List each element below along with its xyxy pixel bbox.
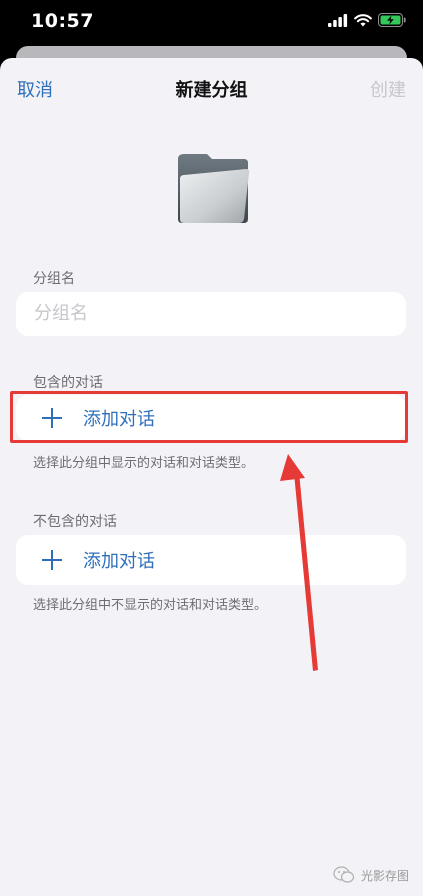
folder-icon bbox=[178, 154, 250, 223]
excluded-conversations-label: 不包含的对话 bbox=[33, 514, 117, 530]
wechat-icon bbox=[333, 866, 355, 883]
watermark: 光影存图 bbox=[333, 866, 409, 884]
annotation-highlight-box bbox=[10, 391, 408, 443]
status-time: 10:57 bbox=[31, 10, 94, 32]
battery-charging-icon bbox=[378, 13, 406, 27]
wifi-icon bbox=[354, 13, 372, 26]
plus-icon bbox=[42, 550, 62, 570]
status-bar: 10:57 bbox=[0, 0, 423, 44]
status-icons bbox=[328, 13, 406, 27]
add-excluded-conversation-button[interactable]: 添加对话 bbox=[16, 535, 406, 585]
included-conversations-label: 包含的对话 bbox=[33, 375, 103, 391]
group-name-input[interactable] bbox=[34, 292, 390, 336]
cellular-signal-icon bbox=[328, 13, 348, 27]
create-button[interactable]: 创建 bbox=[370, 76, 406, 102]
add-conversation-label: 添加对话 bbox=[83, 551, 155, 572]
group-name-card bbox=[16, 292, 406, 336]
watermark-text: 光影存图 bbox=[360, 868, 409, 883]
included-footnote: 选择此分组中显示的对话和对话类型。 bbox=[33, 456, 255, 471]
group-name-label: 分组名 bbox=[33, 271, 75, 287]
excluded-add-card: 添加对话 bbox=[16, 535, 406, 585]
new-group-sheet: 取消 新建分组 创建 分组名 包含的对话 添加对话 选择此分组中显示的对话和对话… bbox=[0, 58, 423, 896]
excluded-footnote: 选择此分组中不显示的对话和对话类型。 bbox=[33, 598, 268, 613]
page-title: 新建分组 bbox=[175, 80, 248, 101]
